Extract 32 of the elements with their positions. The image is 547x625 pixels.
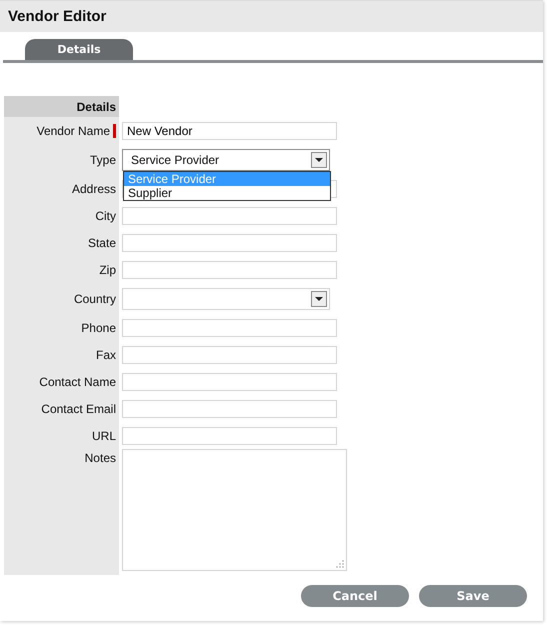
field-label: Address xyxy=(72,182,116,196)
input-field[interactable] xyxy=(122,400,337,418)
window-title: Vendor Editor xyxy=(8,8,106,25)
field-label: Phone xyxy=(81,320,116,334)
input-field[interactable]: New Vendor xyxy=(122,122,337,140)
field-label: Fax xyxy=(96,348,116,362)
field-label: Contact Email xyxy=(41,402,116,416)
notes-field[interactable] xyxy=(122,449,347,571)
input-field[interactable] xyxy=(122,346,337,364)
input-field[interactable] xyxy=(122,234,337,252)
input-field[interactable] xyxy=(122,318,337,336)
resize-grip-icon xyxy=(336,560,344,568)
input-field[interactable] xyxy=(122,260,337,278)
field-label: Notes xyxy=(84,451,116,465)
field-label: Vendor Name xyxy=(36,124,110,138)
field-label: Type xyxy=(90,152,116,166)
field-label: URL xyxy=(92,428,116,442)
field-label: State xyxy=(88,236,116,250)
action-button[interactable]: Save xyxy=(419,585,527,607)
field-label: Contact Name xyxy=(39,374,116,388)
field-label: City xyxy=(95,208,116,222)
dropdown-option[interactable]: Supplier xyxy=(124,186,330,200)
tab[interactable]: Details xyxy=(25,39,133,60)
input-field[interactable] xyxy=(122,372,337,390)
input-field[interactable] xyxy=(122,426,337,444)
action-button[interactable]: Cancel xyxy=(301,585,409,607)
dropdown-option[interactable]: Service Provider xyxy=(124,172,330,186)
field-label: Country xyxy=(74,292,116,306)
field-label: Zip xyxy=(99,262,116,276)
dropdown[interactable] xyxy=(122,288,330,310)
section-header: Details xyxy=(4,96,119,117)
input-field[interactable] xyxy=(122,206,337,224)
